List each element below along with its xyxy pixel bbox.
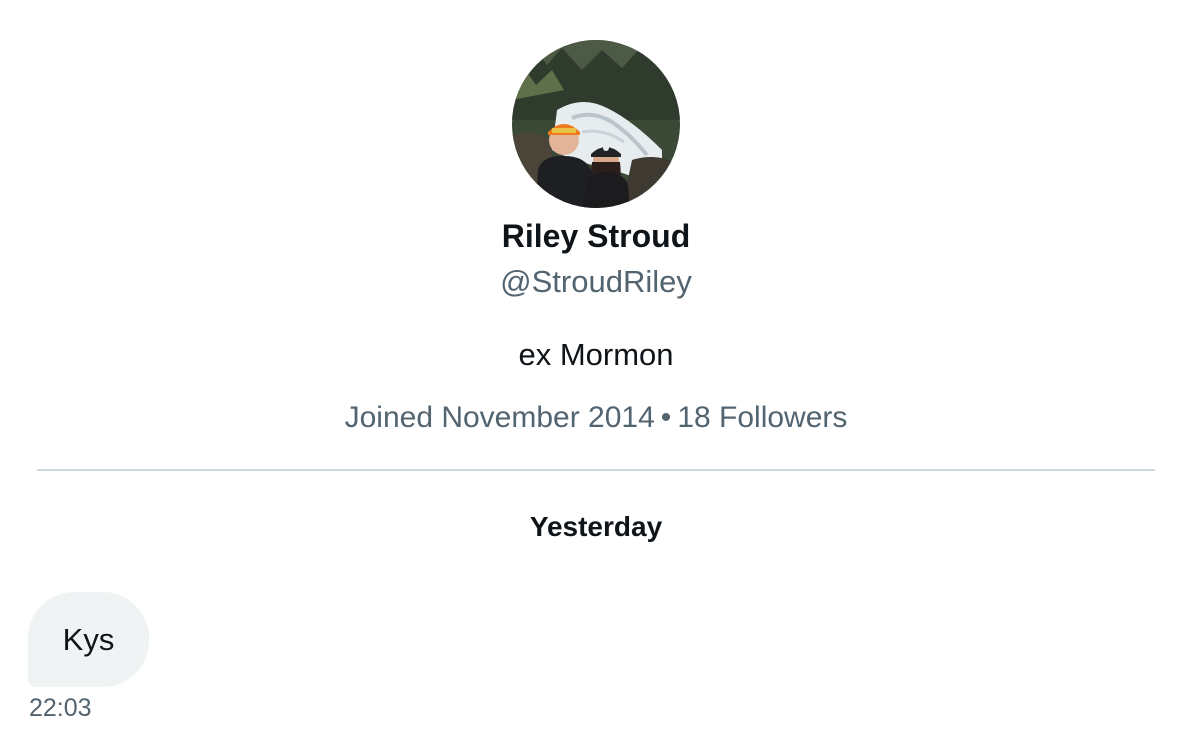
profile-name[interactable]: Riley Stroud xyxy=(0,216,1192,256)
profile-photo-icon xyxy=(512,40,680,208)
profile-meta: Joined November 2014 • 18 Followers xyxy=(0,398,1192,438)
profile-handle[interactable]: @StroudRiley xyxy=(0,262,1192,302)
message-timestamp: 22:03 xyxy=(29,694,92,722)
joined-date: Joined November 2014 xyxy=(344,401,655,434)
followers-count[interactable]: 18 Followers xyxy=(677,401,847,434)
message-text: Kys xyxy=(62,621,115,657)
date-separator: Yesterday xyxy=(529,511,663,542)
profile-bio: ex Mormon xyxy=(518,337,674,372)
meta-separator: • xyxy=(660,401,672,434)
section-divider xyxy=(37,469,1155,471)
avatar[interactable] xyxy=(512,40,680,208)
message-bubble[interactable]: Kys xyxy=(28,592,149,687)
